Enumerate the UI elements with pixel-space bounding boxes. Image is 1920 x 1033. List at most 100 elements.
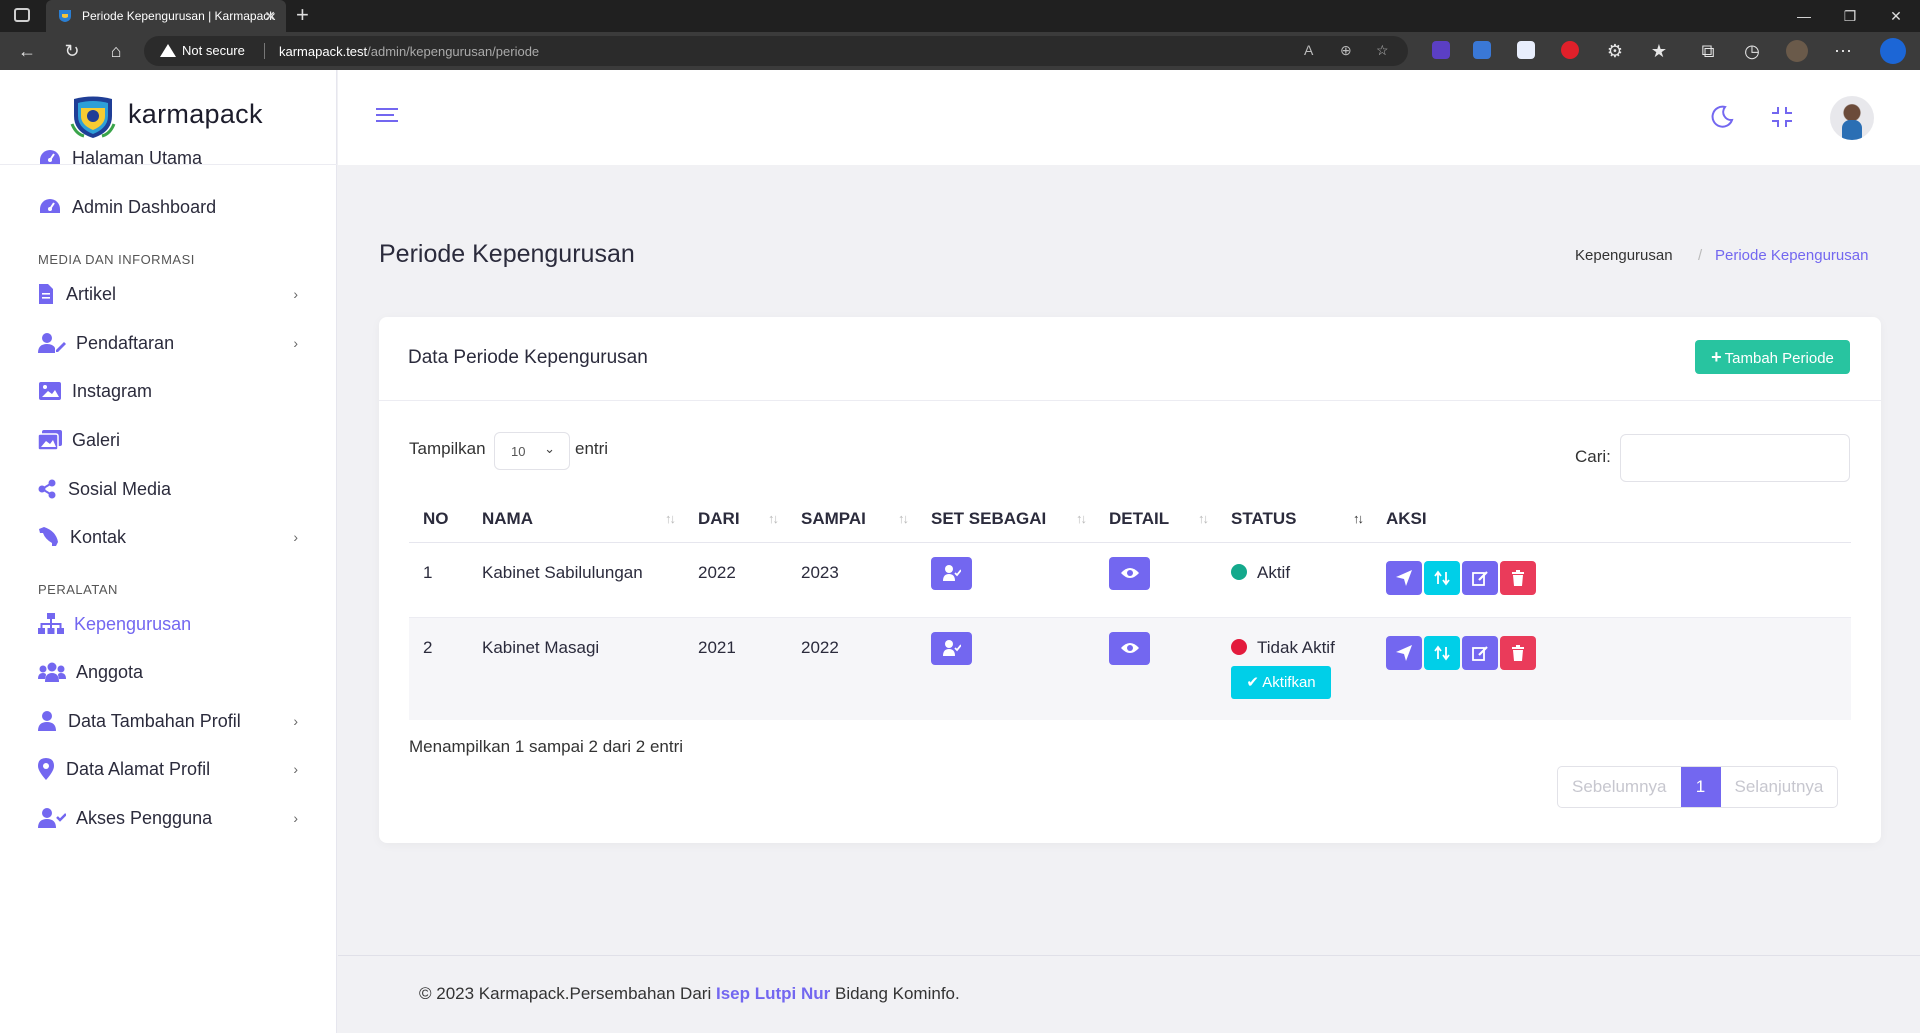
- read-aloud-icon[interactable]: A: [1304, 42, 1313, 58]
- address-bar[interactable]: Not secure karmapack.test/admin/kepengur…: [144, 36, 1408, 66]
- back-icon[interactable]: ←: [16, 41, 38, 63]
- extension-icon[interactable]: [1561, 41, 1579, 59]
- translate-extension-icon[interactable]: [1473, 41, 1491, 59]
- send-button[interactable]: [1386, 635, 1422, 670]
- sidebar-item-anggota[interactable]: Anggota: [38, 657, 298, 687]
- sidebar-item-label: Data Alamat Profil: [66, 758, 211, 779]
- more-icon[interactable]: ⋯: [1832, 41, 1854, 63]
- browser-toolbar: ← ↻ ⌂ Not secure karmapack.test/admin/ke…: [0, 32, 1920, 70]
- activate-button[interactable]: ✔ Aktifkan: [1231, 665, 1331, 699]
- column-header-aksi: AKSI: [1372, 497, 1851, 543]
- url-path: /admin/kepengurusan/periode: [367, 44, 540, 59]
- cell-sampai: 2022: [787, 617, 917, 720]
- restore-icon[interactable]: ❐: [1830, 0, 1870, 32]
- sidebar-item-halaman-utama[interactable]: Halaman Utama: [38, 143, 298, 173]
- chevron-right-icon: ›: [293, 713, 298, 729]
- dark-mode-icon[interactable]: [1710, 105, 1734, 135]
- edit-button[interactable]: [1462, 635, 1498, 670]
- sidebar-item-galeri[interactable]: Galeri: [38, 425, 298, 455]
- minimize-icon[interactable]: —: [1784, 0, 1824, 32]
- add-period-button[interactable]: + Tambah Periode: [1695, 340, 1850, 374]
- column-header-set-sebagai[interactable]: SET SEBAGAI ↑↓: [917, 497, 1095, 543]
- column-header-no[interactable]: NO: [409, 497, 468, 543]
- sidebar-item-label: Data Tambahan Profil: [68, 710, 241, 731]
- table-row: 2 Kabinet Masagi 2021 2022 Tidak Aktif ✔…: [409, 617, 1851, 720]
- page-length-select[interactable]: 10 ⌄: [494, 432, 570, 470]
- column-header-dari[interactable]: DARI ↑↓: [684, 497, 787, 543]
- copilot-icon[interactable]: [1880, 38, 1906, 64]
- reload-icon[interactable]: ↻: [61, 41, 83, 63]
- extensions-icon[interactable]: ⚙: [1604, 41, 1626, 63]
- edit-button[interactable]: [1462, 560, 1498, 595]
- breadcrumb-kepengurusan[interactable]: Kepengurusan: [1575, 247, 1673, 264]
- history-icon[interactable]: ◷: [1741, 41, 1763, 63]
- chevron-right-icon: ›: [293, 335, 298, 351]
- sidebar-item-kepengurusan[interactable]: Kepengurusan: [38, 609, 298, 639]
- sidebar-item-data-tambahan-profil[interactable]: Data Tambahan Profil ›: [38, 706, 298, 736]
- image-icon: [38, 380, 62, 402]
- chevron-right-icon: ›: [293, 761, 298, 777]
- close-window-icon[interactable]: ✕: [1876, 0, 1916, 32]
- collections-icon[interactable]: ⧉: [1697, 41, 1719, 63]
- extension-icon[interactable]: [1517, 41, 1535, 59]
- users-icon: [38, 661, 66, 683]
- favorite-add-icon[interactable]: ☆: [1376, 42, 1389, 59]
- cell-dari: 2021: [684, 617, 787, 720]
- page-title: Periode Kepengurusan: [379, 240, 635, 268]
- column-header-sampai[interactable]: SAMPAI ↑↓: [787, 497, 917, 543]
- tab-close-icon[interactable]: ✕: [264, 0, 276, 32]
- swap-button[interactable]: [1424, 635, 1460, 670]
- sidebar-item-pendaftaran[interactable]: Pendaftaran ›: [38, 328, 298, 358]
- sidebar-item-label: Akses Pengguna: [76, 807, 213, 828]
- show-entries-suffix: entri: [575, 439, 609, 458]
- tab-actions-icon[interactable]: [14, 8, 30, 22]
- send-button[interactable]: [1386, 560, 1422, 595]
- sidebar-item-kontak[interactable]: Kontak ›: [38, 522, 298, 552]
- images-icon: [38, 429, 62, 451]
- zoom-icon[interactable]: ⊕: [1340, 42, 1352, 59]
- delete-button[interactable]: [1500, 560, 1536, 595]
- extension-icon[interactable]: [1432, 41, 1450, 59]
- column-header-status[interactable]: STATUS ↑↓: [1217, 497, 1372, 543]
- sidebar-item-admin-dashboard[interactable]: Admin Dashboard: [38, 192, 298, 222]
- column-label: NO: [423, 509, 449, 529]
- sidebar-item-artikel[interactable]: Artikel ›: [38, 279, 298, 309]
- breadcrumb-separator: /: [1698, 247, 1703, 264]
- profile-icon[interactable]: [1786, 40, 1808, 62]
- user-check-icon: [943, 639, 961, 656]
- url-text[interactable]: karmapack.test/admin/kepengurusan/period…: [279, 44, 539, 59]
- sidebar-item-sosial-media[interactable]: Sosial Media: [38, 474, 298, 504]
- cell-dari: 2022: [684, 542, 787, 618]
- avatar[interactable]: [1830, 96, 1874, 140]
- table-header-row: NO NAMA ↑↓ DARI ↑↓ SAMPAI ↑↓ SET SEBAGAI ↑↓ …: [409, 497, 1851, 543]
- security-indicator[interactable]: Not secure: [160, 43, 245, 58]
- sidebar-item-label: Admin Dashboard: [72, 196, 217, 217]
- send-icon: [1396, 644, 1412, 661]
- sidebar-item-label: Kepengurusan: [74, 613, 192, 634]
- set-as-button[interactable]: [931, 631, 972, 665]
- footer-author-link[interactable]: Isep Lutpi Nur: [716, 984, 830, 1003]
- sidebar-item-instagram[interactable]: Instagram: [38, 376, 298, 406]
- menu-toggle-icon[interactable]: [376, 108, 398, 124]
- set-as-button[interactable]: [931, 556, 972, 590]
- detail-button[interactable]: [1109, 631, 1150, 665]
- detail-button[interactable]: [1109, 556, 1150, 590]
- favorites-icon[interactable]: ★: [1648, 41, 1670, 63]
- column-header-nama[interactable]: NAMA ↑↓: [468, 497, 684, 543]
- cell-aksi: [1372, 542, 1851, 618]
- edit-icon: [1472, 570, 1488, 586]
- swap-button[interactable]: [1424, 560, 1460, 595]
- search-input[interactable]: [1620, 434, 1850, 482]
- browser-tab[interactable]: Periode Kepengurusan | Karmapack ✕: [46, 0, 286, 32]
- pagination-next[interactable]: Selanjutnya: [1721, 767, 1838, 807]
- sidebar-item-akses-pengguna[interactable]: Akses Pengguna ›: [38, 803, 298, 833]
- fullscreen-exit-icon[interactable]: [1770, 105, 1794, 135]
- pagination-page-1[interactable]: 1: [1680, 767, 1721, 807]
- delete-button[interactable]: [1500, 635, 1536, 670]
- new-tab-icon[interactable]: +: [296, 2, 309, 28]
- column-header-detail[interactable]: DETAIL ↑↓: [1095, 497, 1217, 543]
- tab-title: Periode Kepengurusan | Karmapack: [82, 9, 276, 23]
- home-icon[interactable]: ⌂: [105, 41, 127, 63]
- pagination-prev[interactable]: Sebelumnya: [1558, 767, 1681, 807]
- sidebar-item-data-alamat-profil[interactable]: Data Alamat Profil ›: [38, 754, 298, 784]
